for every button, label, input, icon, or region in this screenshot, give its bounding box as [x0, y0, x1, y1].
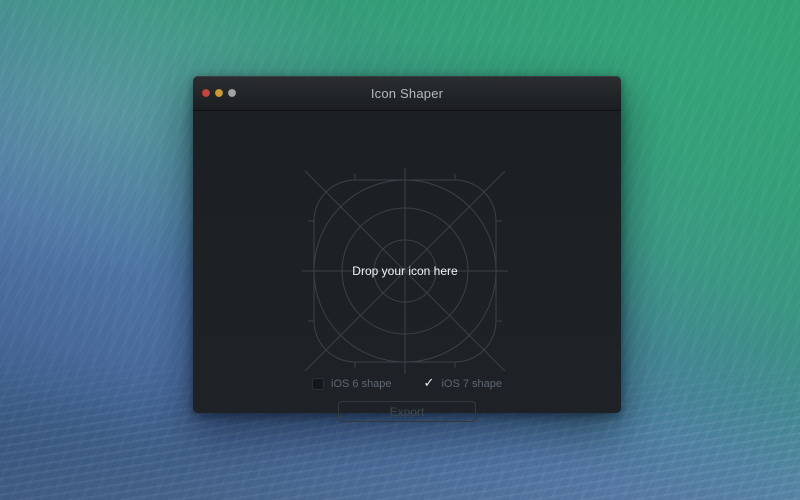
shape-options-row: iOS 6 shape ✓ iOS 7 shape — [193, 375, 621, 393]
minimize-button[interactable] — [215, 89, 223, 97]
ios6-shape-label: iOS 6 shape — [331, 378, 392, 390]
window-content: Drop your icon here iOS 6 shape ✓ iOS 7 … — [193, 111, 621, 413]
ios6-shape-checkbox[interactable]: iOS 6 shape — [312, 378, 392, 390]
window-titlebar[interactable]: Icon Shaper — [193, 76, 621, 111]
checkmark-icon: ✓ — [424, 377, 435, 389]
export-button[interactable]: Export — [338, 401, 476, 422]
drop-zone-label: Drop your icon here — [352, 264, 457, 278]
ios7-shape-label: iOS 7 shape — [441, 378, 502, 390]
export-button-label: Export — [390, 405, 425, 419]
ios7-shape-checkbox[interactable]: ✓ iOS 7 shape — [424, 378, 502, 390]
app-window: Icon Shaper — [193, 76, 621, 413]
zoom-button[interactable] — [228, 89, 236, 97]
drop-zone[interactable]: Drop your icon here — [295, 161, 515, 381]
close-button[interactable] — [202, 89, 210, 97]
traffic-lights — [202, 76, 236, 110]
checkbox-unchecked-icon — [312, 378, 324, 390]
window-title: Icon Shaper — [371, 86, 443, 101]
